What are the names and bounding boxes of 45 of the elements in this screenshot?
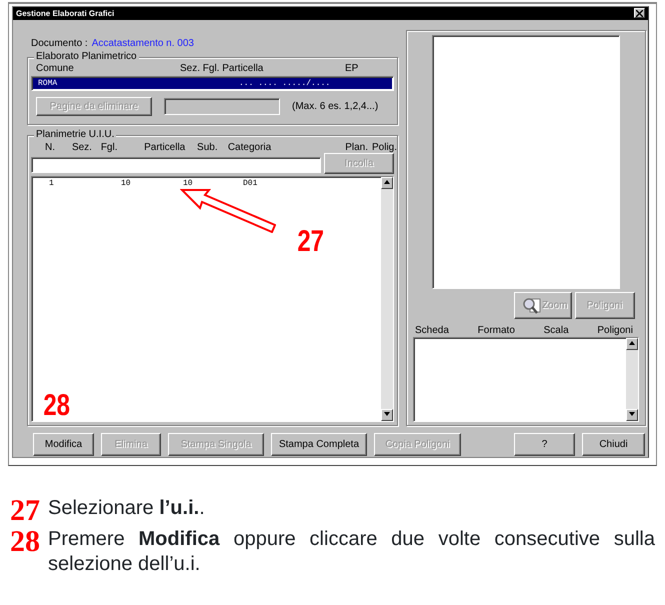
column-header: Plan. xyxy=(345,142,368,154)
down-arrow-icon xyxy=(384,412,390,416)
up-arrow-icon xyxy=(384,180,390,184)
list-row[interactable]: ROMA ... .... ...../.... xyxy=(33,78,392,89)
column-header: Poligoni xyxy=(597,325,633,336)
callout-number: 28 xyxy=(43,391,70,421)
scrollbar[interactable] xyxy=(381,177,393,421)
document-name: Accatastamento n. 003 xyxy=(92,37,194,51)
callout-number: 27 xyxy=(297,227,324,257)
step-number: 28 xyxy=(9,527,41,560)
list-row[interactable]: 1 10 10 D01 xyxy=(32,178,381,190)
down-arrow-icon xyxy=(629,412,635,416)
up-arrow-icon xyxy=(629,341,635,346)
column-header: Categoria xyxy=(228,142,272,154)
window-title: Gestione Elaborati Grafici xyxy=(16,8,114,20)
close-button[interactable] xyxy=(634,8,645,18)
column-header: N. xyxy=(45,142,56,154)
close-icon xyxy=(636,10,643,18)
column-header: Sub. xyxy=(197,142,219,154)
scroll-up-button[interactable] xyxy=(626,338,638,350)
dialog-button[interactable]: Modifica xyxy=(33,433,94,456)
input-field[interactable] xyxy=(31,157,321,173)
column-header: Sez. xyxy=(72,142,93,154)
column-header: Formato xyxy=(478,325,515,336)
scroll-down-button[interactable] xyxy=(381,409,393,421)
column-header: EP xyxy=(345,63,358,74)
column-header: Comune xyxy=(36,63,75,74)
column-header: Polig. xyxy=(372,142,397,154)
dialog-button[interactable]: ? xyxy=(514,433,575,456)
document-label: Documento : xyxy=(31,37,88,51)
column-header: Scala xyxy=(544,325,569,336)
step-text: Selezionare l’u.i.. xyxy=(48,496,205,521)
scroll-up-button[interactable] xyxy=(381,177,393,189)
scroll-down-button[interactable] xyxy=(626,409,638,421)
hint-text: (Max. 6 es. 1,2,4...) xyxy=(292,100,378,114)
column-header: Particella xyxy=(144,142,186,154)
column-header: Fgl. xyxy=(100,142,118,154)
step-text: Premere Modifica oppure cliccare due volte consecutive sulla selezione dell’u.i. xyxy=(48,527,655,577)
step-number: 27 xyxy=(9,496,41,526)
pages-field[interactable] xyxy=(164,98,280,115)
column-header: Sez. Fgl. Particella xyxy=(180,63,264,74)
dialog-button[interactable]: Chiudi xyxy=(582,433,645,456)
dialog-button[interactable]: Stampa Completa xyxy=(271,433,367,456)
scrollbar[interactable] xyxy=(626,338,638,421)
column-header: Scheda xyxy=(415,325,449,336)
